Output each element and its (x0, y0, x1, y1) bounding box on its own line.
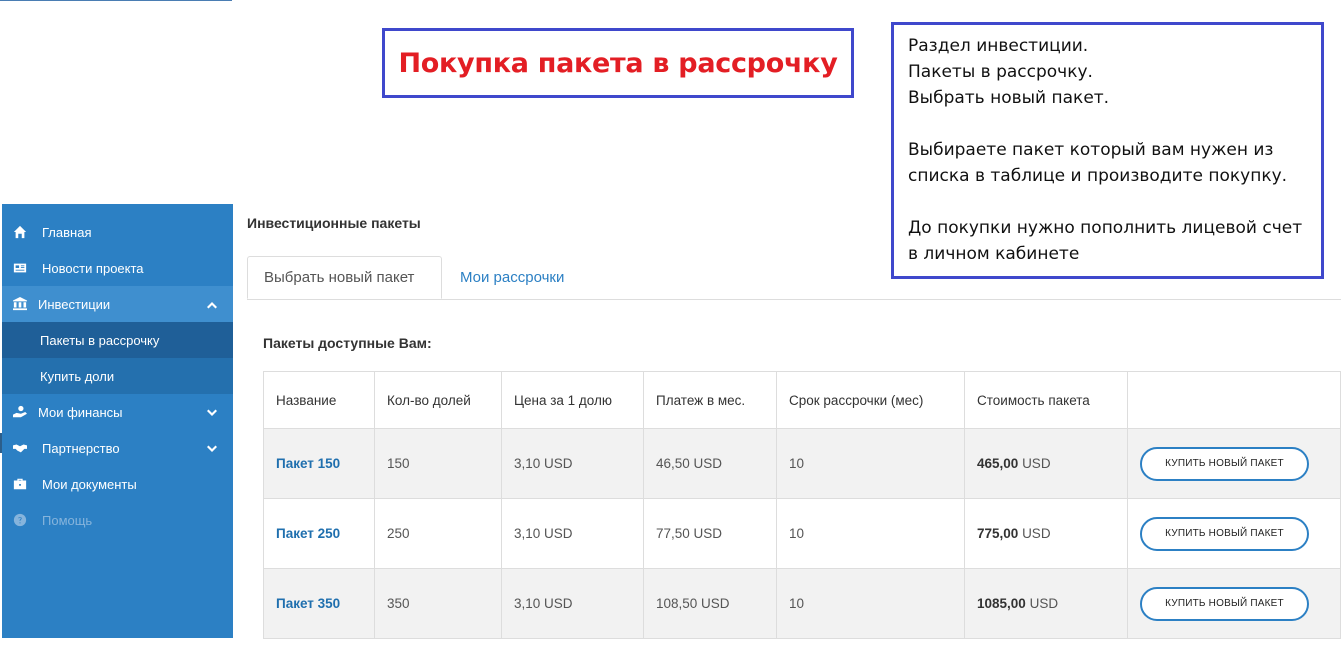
column-header-shares: Кол-во долей (374, 371, 502, 429)
sidebar-item-documents[interactable]: Мои документы (2, 466, 233, 502)
buy-package-button[interactable]: Купить новый пакет (1140, 446, 1309, 481)
annotation-note-block-2: Выбираете пакет который вам нужен из спи… (908, 140, 1288, 186)
annotation-note-block-3: До покупки нужно пополнить лицевой счет … (908, 218, 1303, 264)
page-title: Инвестиционные пакеты (247, 215, 421, 231)
tab-choose-new-package[interactable]: Выбрать новый пакет (247, 256, 442, 299)
column-header-cost: Стоимость пакета (964, 371, 1128, 429)
package-name-cell[interactable]: Пакет 350 (263, 568, 375, 639)
cost-currency: USD (1029, 596, 1059, 611)
home-icon (13, 225, 27, 239)
sidebar-item-help[interactable]: Помощь (2, 502, 233, 538)
available-packages-heading: Пакеты доступные Вам: (263, 335, 432, 351)
bank-icon (13, 297, 27, 311)
newspaper-icon (13, 261, 27, 275)
sidebar-item-partnership[interactable]: Партнерство (2, 430, 233, 466)
annotation-note-block-1: Раздел инвестиции. Пакеты в рассрочку. В… (908, 36, 1110, 108)
term-cell: 10 (776, 498, 965, 569)
action-cell: Купить новый пакет (1127, 428, 1341, 499)
annotation-title-box: Покупка пакета в рассрочку (382, 28, 854, 98)
column-header-term: Срок рассрочки (мес) (776, 371, 965, 429)
price-cell: 3,10 USD (501, 498, 644, 569)
package-name-link[interactable]: Пакет 250 (276, 526, 340, 541)
price-cell: 3,10 USD (501, 568, 644, 639)
sidebar-subitem-buy-shares[interactable]: Купить доли (2, 358, 233, 394)
column-header-action (1127, 371, 1341, 429)
table-header-row: Название Кол-во долей Цена за 1 долю Пла… (263, 371, 1341, 429)
sidebar-item-news[interactable]: Новости проекта (2, 250, 233, 286)
hand-money-icon (13, 405, 27, 419)
question-icon (13, 513, 27, 527)
table-row: Пакет 150 150 3,10 USD 46,50 USD 10 465,… (263, 428, 1341, 499)
handshake-icon (13, 441, 27, 455)
chevron-down-icon (207, 406, 217, 416)
briefcase-icon (13, 477, 27, 491)
package-name-cell[interactable]: Пакет 250 (263, 498, 375, 569)
monthly-cell: 46,50 USD (643, 428, 777, 499)
shares-cell: 350 (374, 568, 502, 639)
sidebar-item-home[interactable]: Главная (2, 214, 233, 250)
top-divider (0, 0, 232, 1)
buy-package-button[interactable]: Купить новый пакет (1140, 586, 1309, 621)
column-header-monthly: Платеж в мес. (643, 371, 777, 429)
column-header-price: Цена за 1 долю (501, 371, 644, 429)
package-name-cell[interactable]: Пакет 150 (263, 428, 375, 499)
cost-amount: 1085,00 (977, 596, 1026, 611)
cost-cell: 465,00 USD (964, 428, 1128, 499)
cost-cell: 1085,00 USD (964, 568, 1128, 639)
chevron-down-icon (207, 442, 217, 452)
monthly-cell: 77,50 USD (643, 498, 777, 569)
table-row: Пакет 250 250 3,10 USD 77,50 USD 10 775,… (263, 498, 1341, 569)
shares-cell: 150 (374, 428, 502, 499)
sidebar-item-label: Помощь (42, 512, 93, 528)
sidebar-item-label: Партнерство (42, 440, 120, 456)
sidebar-item-label: Мои финансы (38, 404, 123, 420)
sidebar-item-label: Пакеты в рассрочку (40, 332, 160, 348)
sidebar-item-investments[interactable]: Инвестиции (2, 286, 233, 322)
cost-cell: 775,00 USD (964, 498, 1128, 569)
term-cell: 10 (776, 568, 965, 639)
sidebar-item-label: Мои документы (42, 476, 137, 492)
sidebar-item-label: Инвестиции (38, 296, 111, 312)
tab-my-installments[interactable]: Мои рассрочки (444, 256, 580, 299)
cost-amount: 775,00 (977, 526, 1019, 541)
chevron-up-icon (207, 298, 217, 309)
annotation-note-box: Раздел инвестиции. Пакеты в рассрочку. В… (891, 22, 1324, 279)
buy-package-button[interactable]: Купить новый пакет (1140, 516, 1309, 551)
sidebar-item-finances[interactable]: Мои финансы (2, 394, 233, 430)
package-name-link[interactable]: Пакет 350 (276, 596, 340, 611)
monthly-cell: 108,50 USD (643, 568, 777, 639)
package-name-link[interactable]: Пакет 150 (276, 456, 340, 471)
sidebar-item-label: Новости проекта (42, 260, 144, 276)
price-cell: 3,10 USD (501, 428, 644, 499)
sidebar-subitem-installment-packages[interactable]: Пакеты в рассрочку (2, 322, 233, 358)
term-cell: 10 (776, 428, 965, 499)
cost-currency: USD (1022, 526, 1051, 541)
shares-cell: 250 (374, 498, 502, 569)
packages-table: Название Кол-во долей Цена за 1 долю Пла… (263, 371, 1341, 639)
column-header-name: Название (263, 371, 375, 429)
sidebar-item-label: Купить доли (40, 368, 115, 384)
annotation-title: Покупка пакета в рассрочку (398, 47, 838, 79)
action-cell: Купить новый пакет (1127, 568, 1341, 639)
sidebar-item-label: Главная (42, 224, 92, 240)
action-cell: Купить новый пакет (1127, 498, 1341, 569)
cost-currency: USD (1022, 456, 1051, 471)
cost-amount: 465,00 (977, 456, 1019, 471)
sidebar: Главная Новости проекта Инвестиции Пакет… (2, 204, 233, 638)
table-row: Пакет 350 350 3,10 USD 108,50 USD 10 108… (263, 568, 1341, 639)
